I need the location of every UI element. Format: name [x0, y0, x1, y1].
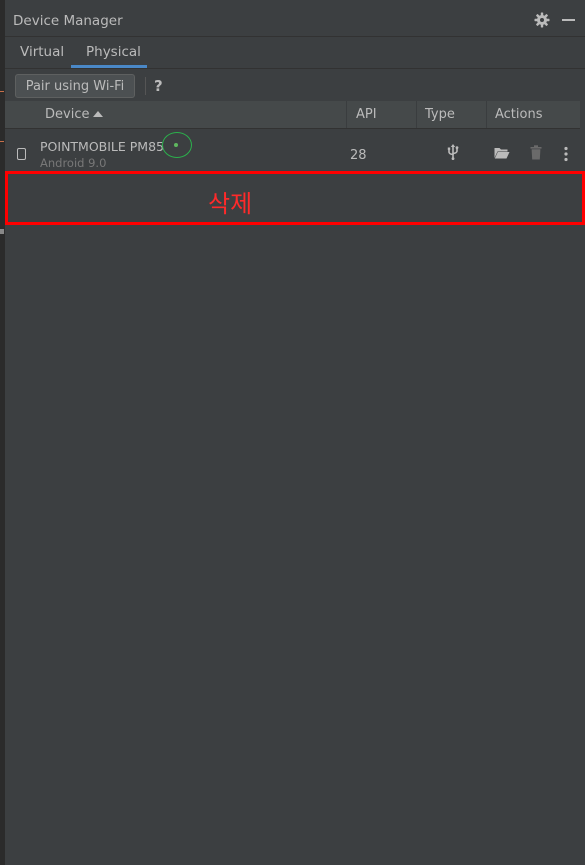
- minimize-icon[interactable]: [562, 19, 575, 21]
- window-title: Device Manager: [13, 13, 123, 29]
- device-name: POINTMOBILE PM85: [40, 139, 164, 154]
- annotation-label: 삭제: [208, 190, 253, 218]
- column-header-api[interactable]: API: [356, 101, 377, 128]
- column-header-actions: Actions: [495, 107, 543, 122]
- toolbar: Pair using Wi-Fi ?: [5, 69, 585, 101]
- toolbar-separator: [145, 77, 146, 95]
- device-api-level: 28: [350, 148, 367, 163]
- title-bar: Device Manager: [5, 0, 585, 37]
- editor-edge-marker: [0, 141, 4, 142]
- device-os-version: Android 9.0: [40, 156, 107, 170]
- device-manager-panel: Device Manager Virtual Physical Pair usi…: [0, 0, 585, 865]
- trash-icon[interactable]: [530, 145, 542, 160]
- table-header: Device API Type Actions: [5, 101, 580, 129]
- more-vertical-icon[interactable]: [563, 146, 569, 162]
- column-header-device-label: Device: [45, 107, 90, 122]
- editor-edge-marker: [0, 91, 4, 92]
- help-icon[interactable]: ?: [154, 77, 163, 95]
- usb-icon: [447, 144, 459, 160]
- column-header-type[interactable]: Type: [425, 101, 455, 128]
- selected-tab-indicator: [71, 65, 147, 68]
- column-separator[interactable]: [416, 101, 417, 128]
- pair-wifi-button[interactable]: Pair using Wi-Fi: [15, 74, 135, 98]
- column-header-device[interactable]: Device: [45, 101, 89, 128]
- column-separator[interactable]: [486, 101, 487, 128]
- sort-ascending-icon: [93, 111, 103, 117]
- gear-icon[interactable]: [534, 12, 550, 28]
- annotation-box: 삭제: [5, 171, 585, 225]
- tab-bar: Virtual Physical: [5, 36, 585, 69]
- editor-edge-marker: [0, 229, 4, 234]
- folder-open-icon[interactable]: [494, 147, 510, 159]
- online-status-icon: [174, 143, 178, 147]
- tab-virtual[interactable]: Virtual: [20, 44, 64, 60]
- column-separator[interactable]: [346, 101, 347, 128]
- tab-physical[interactable]: Physical: [86, 44, 141, 60]
- phone-icon: [17, 148, 26, 160]
- table-row[interactable]: POINTMOBILE PM85 Android 9.0 28: [5, 129, 580, 171]
